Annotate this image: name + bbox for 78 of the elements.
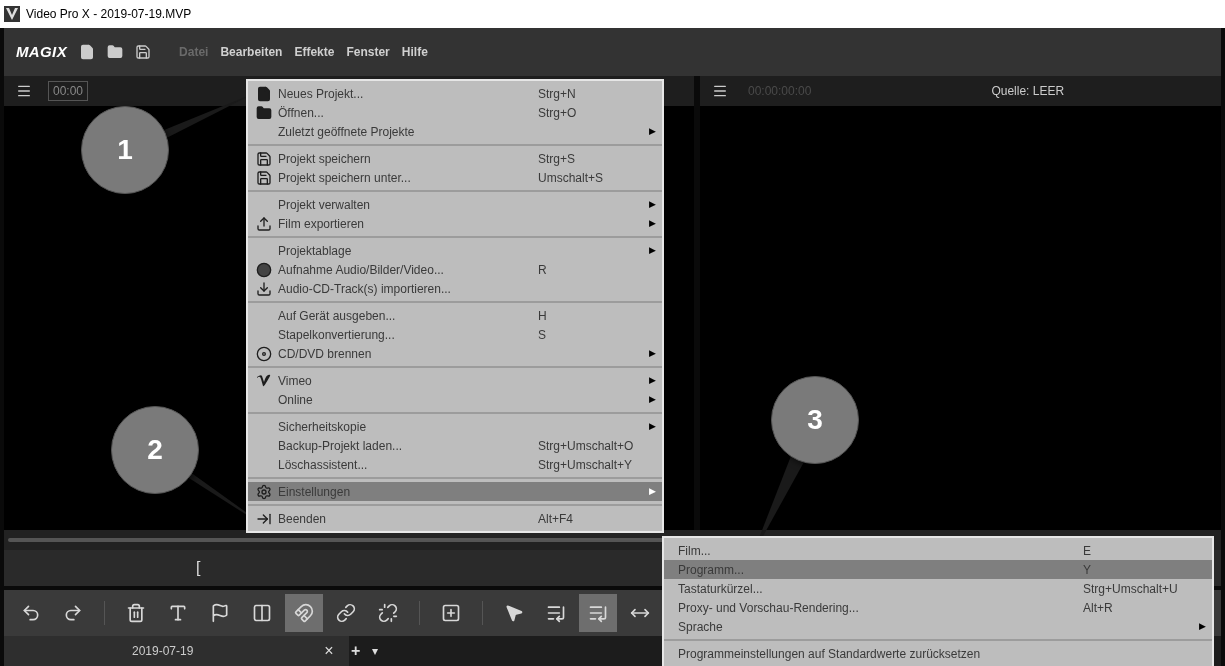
app-logo-icon: [4, 6, 20, 22]
submenu-arrow-icon: ▶: [649, 197, 656, 212]
submenu-arrow-icon: ▶: [1199, 619, 1206, 634]
menu-item[interactable]: Vimeo ▶: [248, 371, 662, 390]
menu-item[interactable]: Aufnahme Audio/Bilder/Video... R: [248, 260, 662, 279]
menu-icon[interactable]: [712, 83, 728, 99]
toolbar-button[interactable]: [285, 594, 323, 632]
save-icon[interactable]: [135, 44, 152, 60]
list-pointer-icon: [588, 603, 608, 623]
vimeo-icon: [256, 372, 272, 389]
unlink-icon: [378, 603, 398, 623]
save-icon: [256, 150, 272, 167]
menu-bar-item[interactable]: Bearbeiten: [220, 43, 283, 61]
folder-icon: [256, 104, 272, 121]
undo-icon: [21, 603, 41, 623]
record-icon: [256, 261, 272, 278]
submenu-arrow-icon: ▶: [649, 243, 656, 258]
close-tab-button[interactable]: ×: [319, 639, 339, 663]
menu-item[interactable]: Sprache ▶: [664, 617, 1212, 636]
submenu-arrow-icon: ▶: [649, 484, 656, 499]
trash-icon: [126, 603, 146, 623]
menu-bar-item[interactable]: Effekte: [294, 43, 335, 61]
menu-item[interactable]: Zuletzt geöffnete Projekte ▶: [248, 122, 662, 141]
submenu-arrow-icon: ▶: [649, 373, 656, 388]
menu-item[interactable]: Audio-CD-Track(s) importieren...: [248, 279, 662, 298]
insert-icon: [441, 603, 461, 623]
menu-bar-item[interactable]: Hilfe: [401, 43, 428, 61]
folder-icon[interactable]: [107, 44, 124, 60]
text-icon: [168, 603, 188, 623]
menu-item[interactable]: Auf Gerät ausgeben... H: [248, 306, 662, 325]
menu-item[interactable]: Öffnen... Strg+O: [248, 103, 662, 122]
source-label: Quelle: LEER: [991, 83, 1065, 100]
menu-item[interactable]: Online ▶: [248, 390, 662, 409]
menu-item[interactable]: Neues Projekt... Strg+N: [248, 84, 662, 103]
menu-item[interactable]: Projektablage ▶: [248, 241, 662, 260]
toolbar-button[interactable]: [579, 594, 617, 632]
menu-item[interactable]: Tastaturkürzel... Strg+Umschalt+U: [664, 579, 1212, 598]
add-tab-button[interactable]: +: [351, 639, 361, 663]
split-icon: [252, 603, 272, 623]
menu-bar-item[interactable]: Fenster: [346, 43, 390, 61]
list-pointer-icon: [546, 603, 566, 623]
menu-item[interactable]: Einstellungen ▶: [248, 482, 662, 501]
menu-item[interactable]: Proxy- und Vorschau-Rendering... Alt+R: [664, 598, 1212, 617]
submenu-arrow-icon: ▶: [649, 216, 656, 231]
download-icon: [256, 280, 272, 297]
submenu-arrow-icon: ▶: [649, 419, 656, 434]
menu-item[interactable]: Programmeinstellungen auf Standardwerte zurücksetzen: [664, 644, 1212, 663]
menu-item[interactable]: Film... E: [664, 541, 1212, 560]
menu-icon[interactable]: [16, 83, 32, 99]
upload-icon: [256, 215, 272, 232]
submenu-arrow-icon: ▶: [649, 124, 656, 139]
menu-item[interactable]: Projekt speichern unter... Umschalt+S: [248, 168, 662, 187]
brand-logo: MAGIX: [16, 41, 68, 62]
menu-item[interactable]: Sicherheitskopie ▶: [248, 417, 662, 436]
timecode-field: 00:00: [48, 81, 89, 101]
file-icon: [256, 85, 272, 102]
menu-item[interactable]: Backup-Projekt laden... Strg+Umschalt+O: [248, 436, 662, 455]
new-file-icon[interactable]: [79, 44, 96, 60]
menu-item[interactable]: CD/DVD brennen ▶: [248, 344, 662, 363]
tab-menu-button[interactable]: ▾: [372, 642, 379, 660]
disc-icon: [256, 345, 272, 362]
submenu-arrow-icon: ▶: [649, 346, 656, 361]
submenu-arrow-icon: ▶: [649, 392, 656, 407]
pointer-icon: [504, 603, 524, 623]
in-marker: [: [196, 558, 201, 578]
menu-item[interactable]: Projekt speichern Strg+S: [248, 149, 662, 168]
menu-item[interactable]: Beenden Alt+F4: [248, 509, 662, 528]
settings-icon: [256, 483, 272, 500]
menu-item[interactable]: Löschassistent... Strg+Umschalt+Y: [248, 455, 662, 474]
save-icon: [256, 169, 272, 186]
link-icon: [336, 603, 356, 623]
menu-item[interactable]: Projekt verwalten ▶: [248, 195, 662, 214]
magnet-icon: [294, 603, 314, 623]
menu-item[interactable]: Stapelkonvertierung... S: [248, 325, 662, 344]
menu-item[interactable]: Film exportieren ▶: [248, 214, 662, 233]
window-title: Video Pro X - 2019-07-19.MVP: [26, 6, 192, 23]
flag-icon: [210, 603, 230, 623]
redo-icon: [63, 603, 83, 623]
